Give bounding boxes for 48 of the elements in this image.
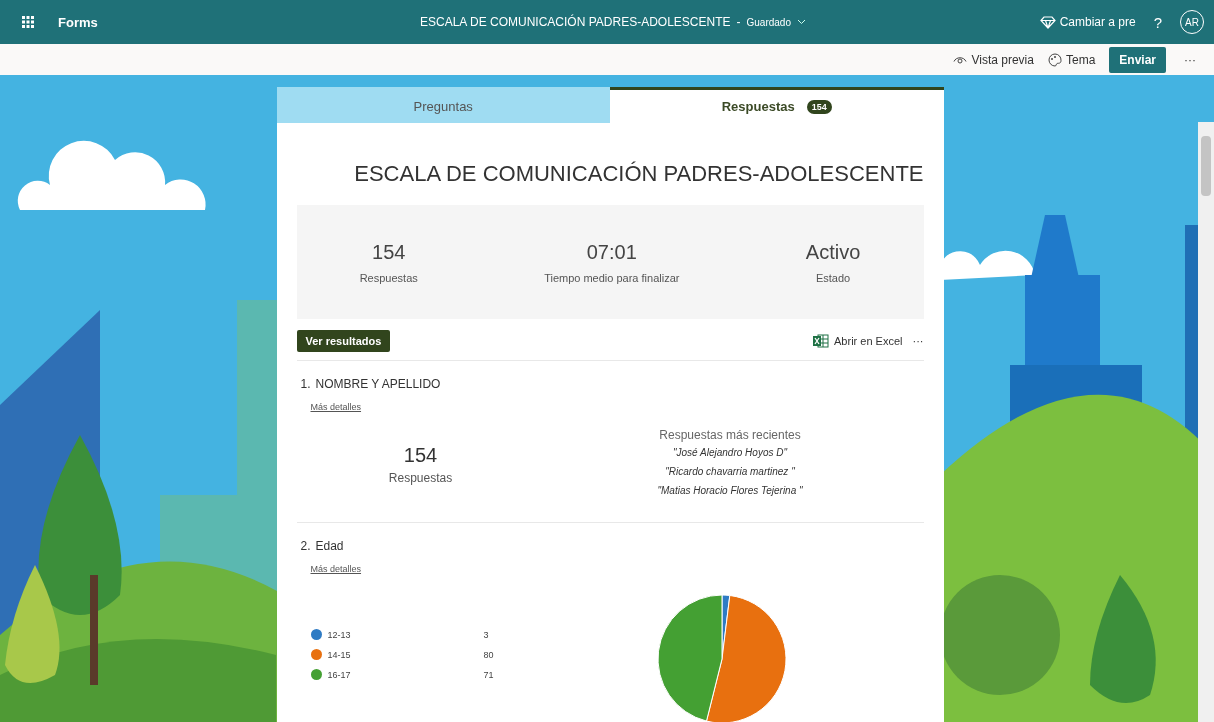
legend-label: 12-13 bbox=[327, 629, 352, 640]
count-badge: 154 bbox=[806, 99, 832, 114]
form-heading: ESCALA DE COMUNICACIÓN PADRES-ADOLESCENTE bbox=[353, 160, 924, 188]
tab[interactable]: Preguntas bbox=[276, 87, 610, 123]
question-title: NOMBRE Y APELLIDO bbox=[315, 377, 441, 391]
response-count: 154 bbox=[402, 444, 439, 467]
stat-value: Activo bbox=[805, 240, 861, 264]
view-results-button[interactable]: Ver resultados bbox=[296, 330, 391, 352]
recent-response: "José Alejandro Hoyos D" bbox=[672, 447, 789, 458]
recent-responses-title: Respuestas más recientes bbox=[658, 428, 802, 442]
more-options-button[interactable]: ··· bbox=[912, 335, 924, 347]
form-title: ESCALA DE COMUNICACIÓN PADRES-ADOLESCENTE bbox=[420, 15, 731, 29]
help-button[interactable]: ? bbox=[1147, 13, 1168, 31]
save-status: Guardado bbox=[746, 16, 791, 28]
upgrade-button[interactable]: Cambiar a pre bbox=[1039, 15, 1136, 29]
more-options-button[interactable]: ··· bbox=[1180, 52, 1200, 67]
stat-label: Tiempo medio para finalizar bbox=[544, 271, 680, 284]
recent-response: "Ricardo chavarria martinez " bbox=[664, 466, 796, 477]
legend-label: 14-15 bbox=[327, 649, 352, 660]
send-button[interactable]: Enviar bbox=[1109, 46, 1166, 73]
option-count: 80 bbox=[483, 649, 494, 660]
excel-icon bbox=[813, 334, 829, 348]
diamond-icon bbox=[1039, 15, 1056, 29]
open-in-excel-button[interactable]: Abrir en Excel bbox=[813, 334, 903, 348]
stat-value: 154 bbox=[371, 240, 407, 264]
stat-label: Respuestas bbox=[359, 271, 418, 284]
theme-button[interactable]: Tema bbox=[1047, 52, 1096, 67]
app-launcher-icon[interactable] bbox=[22, 16, 34, 28]
question-title: Edad bbox=[315, 539, 344, 553]
stat-label: Estado bbox=[814, 271, 852, 284]
chevron-down-icon[interactable] bbox=[797, 19, 806, 25]
stat-value: 07:01 bbox=[585, 240, 638, 264]
option-count: 71 bbox=[483, 669, 494, 680]
response-count-label: Respuestas bbox=[387, 471, 454, 485]
more-details-link[interactable]: Más detalles bbox=[310, 402, 362, 412]
question-number: 2. bbox=[300, 539, 311, 553]
recent-response: "Matias Horacio Flores Tejerina " bbox=[656, 485, 804, 496]
app-name[interactable]: Forms bbox=[58, 14, 98, 30]
title-separator: - bbox=[736, 15, 741, 29]
scrollbar-thumb[interactable] bbox=[1201, 136, 1211, 196]
preview-button[interactable]: Vista previa bbox=[953, 52, 1034, 67]
scrollbar[interactable] bbox=[1198, 122, 1214, 722]
legend-label: 16-17 bbox=[327, 669, 352, 680]
eye-icon bbox=[953, 55, 968, 64]
option-count: 3 bbox=[483, 629, 489, 640]
palette-icon bbox=[1047, 52, 1062, 67]
question-number: 1. bbox=[300, 377, 311, 391]
more-details-link[interactable]: Más detalles bbox=[310, 564, 362, 574]
